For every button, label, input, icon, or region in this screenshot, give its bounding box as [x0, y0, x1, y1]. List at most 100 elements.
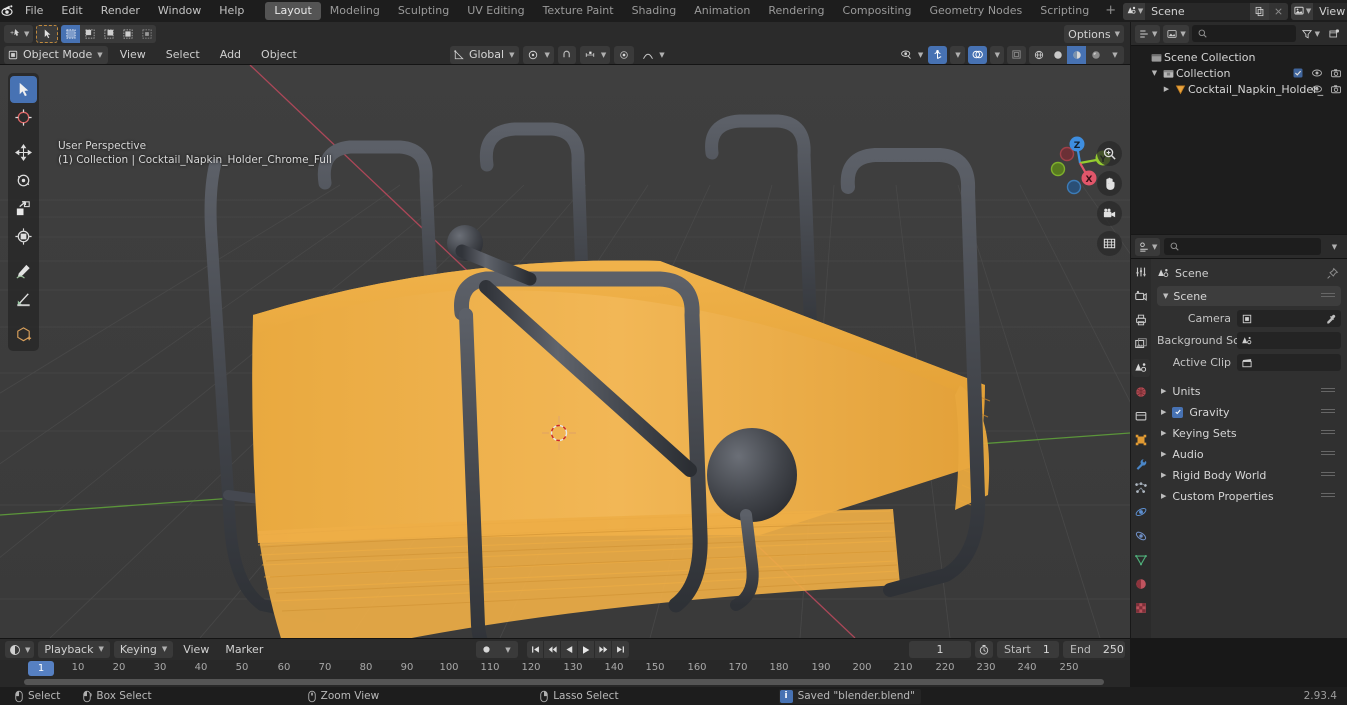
tool-cursor[interactable]	[10, 104, 37, 131]
menu-edit[interactable]: Edit	[52, 0, 91, 22]
use-preview-range-icon[interactable]	[975, 641, 993, 658]
ortho-persp-icon[interactable]	[1097, 231, 1122, 256]
eye-icon[interactable]	[1311, 67, 1323, 79]
timeline-menu-view[interactable]: View	[177, 641, 215, 658]
filter-funnel-icon[interactable]: ▼	[1299, 25, 1322, 43]
outliner-row-scene-collection[interactable]: Scene Collection	[1131, 49, 1347, 65]
jump-end-icon[interactable]	[612, 641, 629, 658]
gravity-panel[interactable]: ▶ Gravity	[1157, 402, 1341, 422]
properties-tab-view-layer[interactable]	[1132, 335, 1150, 353]
properties-tab-collection[interactable]	[1132, 407, 1150, 425]
custom-properties-panel[interactable]: ▶ Custom Properties	[1157, 486, 1341, 506]
properties-tab-render[interactable]	[1132, 287, 1150, 305]
select-subtract-icon[interactable]	[99, 25, 118, 43]
workspace-tab-modeling[interactable]: Modeling	[321, 2, 389, 20]
workspace-tab-compositing[interactable]: Compositing	[834, 2, 921, 20]
snap-target-selector[interactable]: ▼	[523, 45, 554, 64]
shading-material-preview-icon[interactable]	[1067, 45, 1086, 64]
tweak-tool-button[interactable]	[36, 24, 59, 43]
properties-tab-world[interactable]	[1132, 383, 1150, 401]
active-clip-field[interactable]	[1237, 354, 1341, 371]
properties-tab-texture[interactable]	[1132, 599, 1150, 617]
tool-move[interactable]	[10, 139, 37, 166]
workspace-tab-rendering[interactable]: Rendering	[759, 2, 833, 20]
viewport-menu-select[interactable]: Select	[158, 46, 208, 64]
properties-tab-tool[interactable]	[1132, 263, 1150, 281]
outliner-editor-type-icon[interactable]: ▼	[1135, 24, 1161, 43]
menu-help[interactable]: Help	[210, 0, 253, 22]
viewport-3d[interactable]: User Perspective (1) Collection | Cockta…	[0, 65, 1130, 638]
shading-dropdown[interactable]: ▼	[1105, 46, 1124, 64]
menu-file[interactable]: File	[16, 0, 52, 22]
workspace-tab-scripting[interactable]: Scripting	[1031, 2, 1098, 20]
select-extend-icon[interactable]	[80, 25, 99, 43]
timeline-menu-marker[interactable]: Marker	[219, 641, 269, 658]
new-scene-button[interactable]	[1250, 2, 1270, 20]
select-difference-icon[interactable]	[118, 25, 137, 43]
shading-solid-icon[interactable]	[1048, 46, 1067, 64]
select-set-icon[interactable]	[61, 24, 81, 43]
properties-tab-scene[interactable]	[1132, 359, 1150, 377]
play-reverse-icon[interactable]	[561, 641, 578, 658]
pin-icon[interactable]	[1326, 267, 1339, 280]
workspace-tab-sculpting[interactable]: Sculpting	[389, 2, 458, 20]
view-layer-name[interactable]: View Layer	[1313, 2, 1347, 20]
gizmo-toggle[interactable]	[928, 45, 948, 64]
tool-tweak[interactable]	[10, 76, 37, 103]
overlays-toggle[interactable]	[967, 45, 987, 64]
shading-wireframe-icon[interactable]	[1029, 46, 1048, 64]
pan-hand-icon[interactable]	[1097, 171, 1122, 196]
menu-window[interactable]: Window	[149, 0, 210, 22]
properties-editor-type-icon[interactable]: ▼	[1135, 237, 1161, 256]
overlays-dropdown[interactable]: ▼	[989, 45, 1004, 64]
workspace-tab-geometry-nodes[interactable]: Geometry Nodes	[920, 2, 1031, 20]
scene-selector[interactable]: ▼ Scene	[1123, 2, 1289, 20]
camera-view-icon[interactable]	[1097, 201, 1122, 226]
new-collection-icon[interactable]	[1325, 25, 1343, 43]
timeline-ruler[interactable]: 1 10 20 30 40 50 60 70 80 90 100 110 120…	[0, 660, 1130, 678]
active-tool-icon[interactable]: ▼	[4, 24, 34, 43]
audio-panel[interactable]: ▶ Audio	[1157, 444, 1341, 464]
workspace-tab-uv-editing[interactable]: UV Editing	[458, 2, 533, 20]
auto-keying-dropdown[interactable]: ▼	[497, 641, 518, 658]
blender-logo-icon[interactable]	[0, 0, 16, 22]
properties-tab-object[interactable]	[1132, 431, 1150, 449]
properties-tab-physics[interactable]	[1132, 503, 1150, 521]
tool-add-cube[interactable]	[10, 321, 37, 348]
end-frame-field[interactable]: End 250	[1063, 641, 1125, 658]
properties-tab-particles[interactable]	[1132, 479, 1150, 497]
properties-tab-constraints[interactable]	[1132, 527, 1150, 545]
xray-toggle[interactable]	[1007, 45, 1026, 64]
properties-tab-modifiers[interactable]	[1132, 455, 1150, 473]
add-workspace-button[interactable]: +	[1098, 2, 1123, 20]
gizmo-dropdown[interactable]: ▼	[950, 45, 965, 64]
tool-measure[interactable]	[10, 286, 37, 313]
prev-keyframe-icon[interactable]	[544, 641, 561, 658]
scene-panel-header[interactable]: ▼ Scene	[1157, 286, 1341, 306]
properties-search-input[interactable]	[1164, 238, 1321, 255]
zoom-icon[interactable]	[1097, 141, 1122, 166]
current-frame-field[interactable]: 1	[909, 641, 971, 658]
gravity-checkbox[interactable]	[1172, 406, 1184, 418]
rigid-body-world-panel[interactable]: ▶ Rigid Body World	[1157, 465, 1341, 485]
tool-scale[interactable]	[10, 195, 37, 222]
properties-tab-data[interactable]	[1132, 551, 1150, 569]
select-intersect-icon[interactable]	[137, 25, 156, 43]
snap-mode-selector[interactable]: ▼	[579, 45, 611, 64]
next-keyframe-icon[interactable]	[595, 641, 612, 658]
snap-magnet-toggle[interactable]	[557, 45, 576, 64]
eyedropper-icon[interactable]	[1325, 313, 1337, 325]
timeline-editor-type-icon[interactable]: ▼	[5, 641, 35, 658]
object-visibility-selector[interactable]: ▼	[898, 46, 925, 64]
shading-rendered-icon[interactable]	[1086, 46, 1105, 64]
keying-sets-panel[interactable]: ▶ Keying Sets	[1157, 423, 1341, 443]
disclosure-down-icon[interactable]: ▼	[1149, 69, 1160, 77]
outliner-search-input[interactable]	[1191, 25, 1296, 42]
properties-tab-material[interactable]	[1132, 575, 1150, 593]
timeline-menu-playback[interactable]: Playback ▼	[38, 641, 110, 658]
background-scene-field[interactable]	[1237, 332, 1341, 349]
tool-transform[interactable]	[10, 223, 37, 250]
viewport-menu-view[interactable]: View	[112, 46, 154, 64]
outliner-display-mode-icon[interactable]: ▼	[1163, 24, 1189, 43]
transform-orientation-selector[interactable]: Global ▼	[450, 45, 520, 64]
